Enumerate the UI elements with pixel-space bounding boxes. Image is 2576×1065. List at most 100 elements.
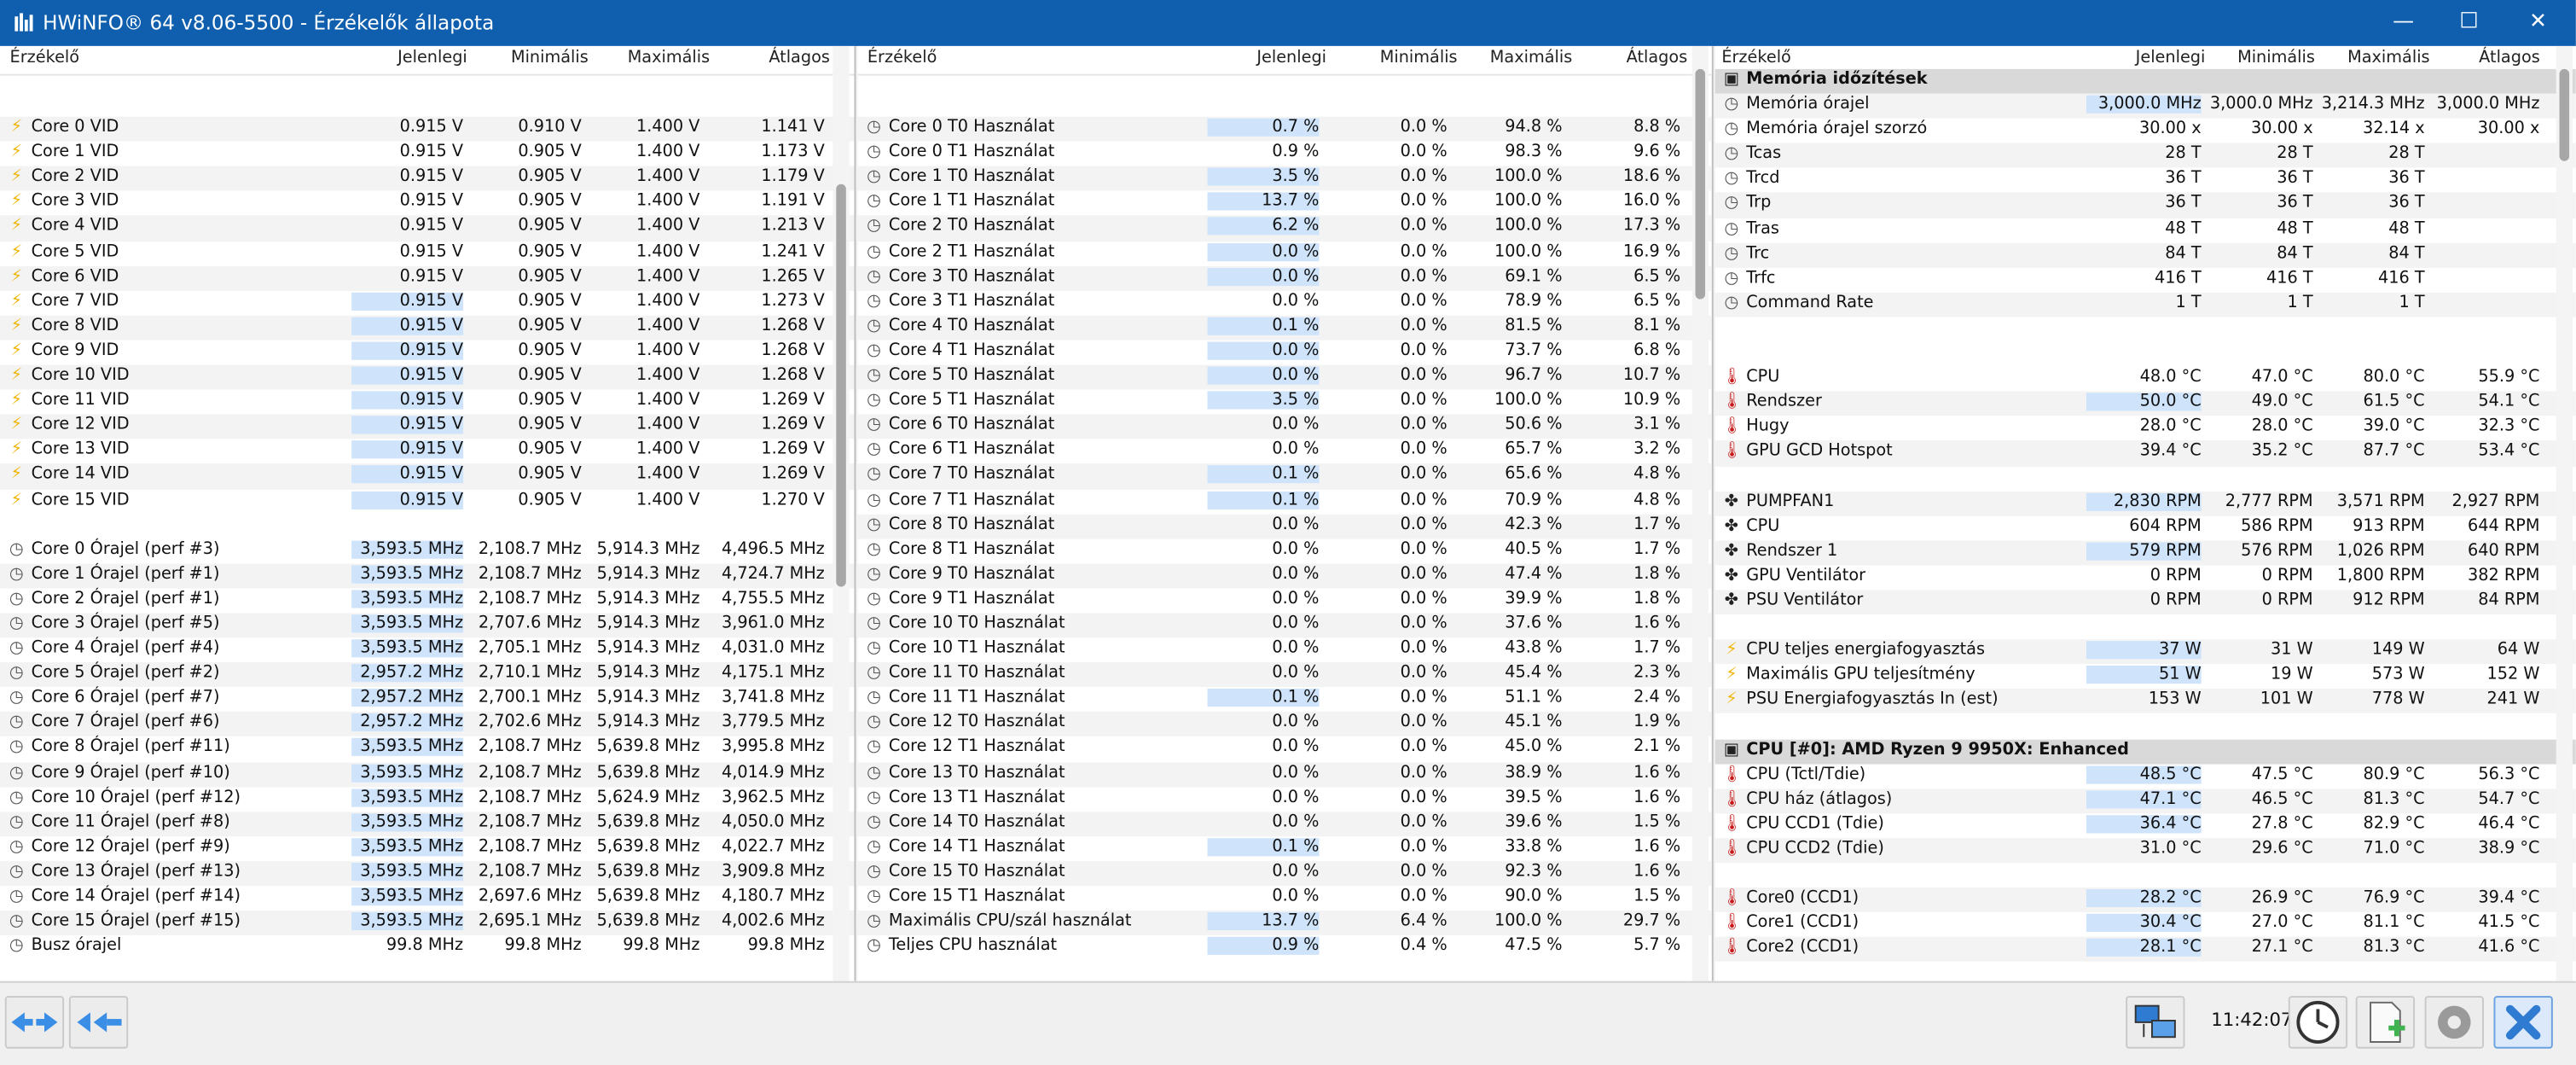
sensor-row[interactable]: 🌡 GPU GCD Hotspot 39.4 °C 35.2 °C 87.7 °C 53.… [1714,440,2576,466]
group-header-row[interactable]: ▣ Memória időzítések [1714,68,2576,94]
sensor-row[interactable]: ⚡ Core 10 VID 0.915 V 0.905 V 1.400 V 1.268 V [0,364,855,390]
sensor-row[interactable]: 🌡 Core1 (CCD1) 30.4 °C 27.0 °C 81.1 °C 41.5 °… [1715,912,2576,937]
sensor-row[interactable]: ◷ Core 5 Órajel (perf #2) 2,957.2 MHz 2,710… [0,662,855,688]
scrollbar[interactable] [833,45,850,981]
network-button[interactable] [2126,996,2185,1049]
scrollbar[interactable] [1691,45,1709,981]
sensor-row[interactable]: ✤ PUMPFAN1 2,830 RPM 2,777 RPM 3,571 RPM 2,92… [1714,491,2576,516]
sensor-row[interactable]: ◷ Maximális CPU/szál használat 13.7 % 6.4 %… [857,911,1712,936]
sensor-row[interactable]: ◷ Core 1 Órajel (perf #1) 3,593.5 MHz 2,108… [0,563,855,589]
sensor-row[interactable]: ◷ Core 0 T0 Használat 0.7 % 0.0 % 94.8 % 8.8 … [857,116,1712,142]
sensor-row[interactable]: ⚡ Core 6 VID 0.915 V 0.905 V 1.400 V 1.265 V [0,265,855,291]
sensor-row[interactable]: ◷ Core 6 T0 Használat 0.0 % 0.0 % 50.6 % 3.1 … [857,414,1712,439]
column-current[interactable]: Jelenlegi [2136,49,2206,67]
sensor-row[interactable]: 🌡 CPU ház (átlagos) 47.1 °C 46.5 °C 81.3 °C 5… [1714,788,2576,813]
sensor-row[interactable]: ⚡ Core 2 VID 0.915 V 0.905 V 1.400 V 1.179 V [0,166,855,192]
sensor-row[interactable]: ⚡ PSU Energiafogyasztás In (est) 153 W 101 … [1714,689,2576,714]
close-window-button[interactable]: ✕ [2500,0,2576,46]
column-avg[interactable]: Átlagos [769,49,830,67]
sensor-row[interactable]: ◷ Core 8 T0 Használat 0.0 % 0.0 % 42.3 % 1.7 … [857,514,1712,539]
sensor-row[interactable]: 🌡 Rendszer 50.0 °C 49.0 °C 61.5 °C 54.1 °C [1714,391,2576,416]
sensor-row[interactable]: ◷ Core 14 Órajel (perf #14) 3,593.5 MHz 2,6… [0,886,854,911]
sensor-row[interactable]: ◷ Command Rate 1 T 1 T 1 T [1714,292,2576,317]
sensor-row[interactable]: ⚡ Core 3 VID 0.915 V 0.905 V 1.400 V 1.191 V [0,191,854,216]
sensor-row[interactable]: ⚡ Core 13 VID 0.915 V 0.905 V 1.400 V 1.269 V [0,439,854,464]
column-max[interactable]: Maximális [1490,49,1572,67]
group-header-row[interactable]: ▣ CPU [#0]: AMD Ryzen 9 9950X: Enhanced [1714,738,2576,764]
column-min[interactable]: Minimális [511,49,589,67]
sensor-row[interactable]: ◷ Tras 48 T 48 T 48 T [1715,218,2576,242]
sensor-row[interactable]: ◷ Core 15 T0 Használat 0.0 % 0.0 % 92.3 % 1.6… [857,860,1712,887]
column-current[interactable]: Jelenlegi [397,49,467,67]
settings-button[interactable] [2424,996,2484,1049]
sensor-row[interactable]: ◷ Memória órajel szorzó 30.00 x 30.00 x 32.1… [1715,119,2576,143]
column-min[interactable]: Minimális [1380,49,1458,67]
sensor-row[interactable]: ◷ Core 13 Órajel (perf #13) 3,593.5 MHz 2,1… [0,860,855,887]
sensor-panel-3[interactable]: Érzékelő Jelenlegi Minimális Maximális Á… [1714,45,2576,981]
sensor-row[interactable]: ◷ Core 10 T0 Használat 0.0 % 0.0 % 37.6 % 1.6… [857,613,1712,638]
sensor-row[interactable]: ⚡ Core 5 VID 0.915 V 0.905 V 1.400 V 1.241 V [0,241,854,265]
sensor-row[interactable]: ◷ Core 13 T0 Használat 0.0 % 0.0 % 38.9 % 1.6… [857,761,1712,787]
sensor-row[interactable]: ⚡ Core 7 VID 0.915 V 0.905 V 1.400 V 1.273 V [0,290,854,315]
sensor-row[interactable]: ◷ Busz órajel 99.8 MHz 99.8 MHz 99.8 MHz 99.8… [0,935,854,960]
sensor-row[interactable]: ◷ Tcas 28 T 28 T 28 T [1714,143,2576,169]
sensor-row[interactable]: ◷ Teljes CPU használat 0.9 % 0.4 % 47.5 % 5.7… [857,935,1711,960]
sensor-row[interactable]: ◷ Core 4 Órajel (perf #4) 3,593.5 MHz 2,705… [0,637,854,662]
sensor-row[interactable]: ⚡ Core 4 VID 0.915 V 0.905 V 1.400 V 1.213 V [0,216,855,242]
sensor-row[interactable]: ◷ Core 15 Órajel (perf #15) 3,593.5 MHz 2,6… [0,911,855,936]
maximize-button[interactable]: ☐ [2431,0,2507,46]
sensor-row[interactable]: ◷ Core 13 T1 Használat 0.0 % 0.0 % 39.5 % 1.6… [857,787,1711,812]
sensor-row[interactable]: ◷ Trfc 416 T 416 T 416 T [1715,267,2576,292]
sensor-row[interactable]: ◷ Core 2 Órajel (perf #1) 3,593.5 MHz 2,108… [0,588,854,613]
scrollbar-thumb[interactable] [1695,68,1706,300]
sensor-row[interactable]: ⚡ Maximális GPU teljesítmény 51 W 19 W 573 W… [1715,665,2576,690]
column-avg[interactable]: Átlagos [1627,49,1688,67]
column-header[interactable]: Érzékelő Jelenlegi Minimális Maximális Á… [0,45,855,76]
sensor-row[interactable]: 🌡 Core0 (CCD1) 28.2 °C 26.9 °C 76.9 °C 39.4 °… [1714,888,2576,913]
sensor-row[interactable]: ◷ Memória órajel 3,000.0 MHz 3,000.0 MHz 3,2… [1714,93,2576,119]
sensor-row[interactable]: ⚡ CPU teljes energiafogyasztás 37 W 31 W 149… [1714,639,2576,665]
sensor-row[interactable]: ⚡ Core 9 VID 0.915 V 0.905 V 1.400 V 1.268 V [0,340,854,365]
column-max[interactable]: Maximális [628,49,710,67]
sensor-row[interactable]: 🌡 CPU 48.0 °C 47.0 °C 80.0 °C 55.9 °C [1715,367,2576,392]
sensor-row[interactable]: ◷ Core 1 T0 Használat 3.5 % 0.0 % 100.0 % 18.… [857,166,1712,192]
sensor-row[interactable]: ◷ Core 4 T0 Használat 0.1 % 0.0 % 81.5 % 8.1 … [857,315,1712,340]
sensor-row[interactable]: ◷ Trc 84 T 84 T 84 T [1714,242,2576,268]
sensor-row[interactable]: ◷ Core 3 T1 Használat 0.0 % 0.0 % 78.9 % 6.5 … [857,290,1711,315]
sensor-row[interactable]: ◷ Core 2 T0 Használat 6.2 % 0.0 % 100.0 % 17.… [857,216,1712,242]
sensor-row[interactable]: ◷ Core 15 T1 Használat 0.0 % 0.0 % 90.0 % 1.5… [857,886,1711,911]
sensor-row[interactable]: ◷ Core 14 T1 Használat 0.1 % 0.0 % 33.8 % 1.6… [857,836,1711,861]
sensor-row[interactable]: ⚡ Core 11 VID 0.915 V 0.905 V 1.400 V 1.269 V [0,390,854,415]
sensor-row[interactable]: ◷ Core 2 T1 Használat 0.0 % 0.0 % 100.0 % 16.… [857,241,1711,265]
column-avg[interactable]: Átlagos [2479,49,2540,67]
column-sensor[interactable]: Érzékelő [867,49,937,67]
column-max[interactable]: Maximális [2347,49,2429,67]
sensor-row[interactable]: ◷ Core 5 T1 Használat 3.5 % 0.0 % 100.0 % 10.… [857,390,1711,415]
sensor-row[interactable]: ◷ Core 10 Órajel (perf #12) 3,593.5 MHz 2,1… [0,787,854,812]
sensor-row[interactable]: ◷ Core 7 Órajel (perf #6) 2,957.2 MHz 2,702… [0,712,855,737]
sensor-row[interactable]: ⚡ Core 12 VID 0.915 V 0.905 V 1.400 V 1.269 V [0,414,855,439]
sensor-row[interactable]: ◷ Core 7 T1 Használat 0.1 % 0.0 % 70.9 % 4.8 … [857,489,1711,514]
sensor-row[interactable]: ◷ Core 3 T0 Használat 0.0 % 0.0 % 69.1 % 6.5 … [857,265,1712,291]
sensor-row[interactable]: ◷ Trcd 36 T 36 T 36 T [1715,168,2576,193]
sensor-row[interactable]: ◷ Core 0 T1 Használat 0.9 % 0.0 % 98.3 % 9.6 … [857,142,1711,166]
sensor-row[interactable]: ⚡ Core 1 VID 0.915 V 0.905 V 1.400 V 1.173 V [0,142,854,166]
sensor-panel-1[interactable]: Érzékelő Jelenlegi Minimális Maximális Á… [0,45,856,981]
sensor-row[interactable]: ◷ Core 7 T0 Használat 0.1 % 0.0 % 65.6 % 4.8 … [857,463,1712,489]
collapse-panels-button[interactable] [68,996,129,1049]
sensor-row[interactable]: ◷ Core 10 T1 Használat 0.0 % 0.0 % 43.8 % 1.7… [857,637,1711,662]
sensor-row[interactable]: ◷ Core 9 Órajel (perf #10) 3,593.5 MHz 2,10… [0,761,855,787]
sensor-row[interactable]: ◷ Trp 36 T 36 T 36 T [1714,193,2576,218]
sensor-row[interactable]: ◷ Core 12 T0 Használat 0.0 % 0.0 % 45.1 % 1.9… [857,712,1712,737]
sensor-row[interactable]: 🌡 CPU CCD2 (Tdie) 31.0 °C 29.6 °C 71.0 °C 38.… [1714,838,2576,864]
sensor-row[interactable]: ✤ GPU Ventilátor 0 RPM 0 RPM 1,800 RPM 382 RP… [1715,565,2576,590]
sensor-row[interactable]: ◷ Core 8 T1 Használat 0.0 % 0.0 % 40.5 % 1.7 … [857,538,1711,563]
sensor-row[interactable]: ◷ Core 3 Órajel (perf #5) 3,593.5 MHz 2,707… [0,613,855,638]
sensor-row[interactable]: 🌡 CPU CCD1 (Tdie) 36.4 °C 27.8 °C 82.9 °C 46.… [1715,813,2576,838]
minimize-button[interactable]: — [2365,0,2441,46]
scrollbar-thumb[interactable] [836,183,846,587]
sensor-row[interactable]: ⚡ Core 14 VID 0.915 V 0.905 V 1.400 V 1.269 V [0,463,855,489]
sensor-row[interactable]: ◷ Core 14 T0 Használat 0.0 % 0.0 % 39.6 % 1.5… [857,811,1712,836]
sensor-row[interactable]: ◷ Core 9 T1 Használat 0.0 % 0.0 % 39.9 % 1.8 … [857,588,1711,613]
column-header[interactable]: Érzékelő Jelenlegi Minimális Maximális Á… [857,45,1712,76]
